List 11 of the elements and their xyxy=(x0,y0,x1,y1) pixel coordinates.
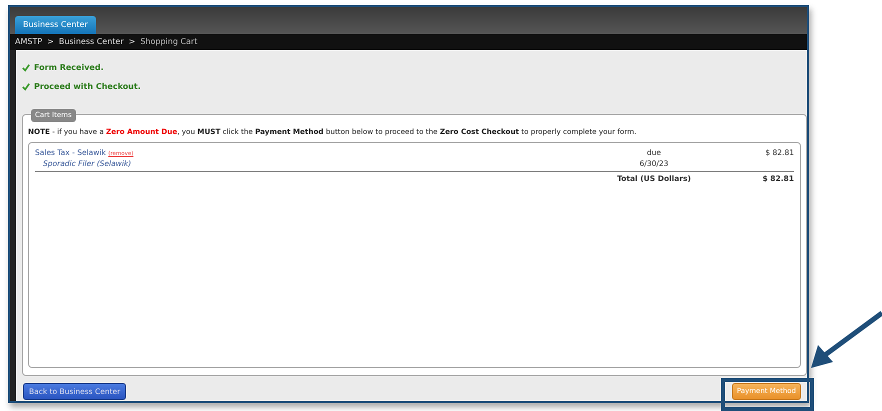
breadcrumb-separator: > xyxy=(128,36,136,48)
pointer-arrow xyxy=(811,310,882,368)
breadcrumb-link[interactable]: AMSTP xyxy=(15,36,42,48)
tab[interactable]: Business Center xyxy=(15,16,96,34)
breadcrumb-link[interactable]: Business Center xyxy=(58,36,124,48)
status-message: Form Received. xyxy=(34,62,104,74)
breadcrumb-separator: > xyxy=(47,36,54,48)
status-message: Proceed with Checkout. xyxy=(34,80,141,92)
check-icon xyxy=(22,64,30,72)
breadcrumb-current: Shopping Cart xyxy=(140,36,198,48)
check-icon xyxy=(22,82,30,90)
